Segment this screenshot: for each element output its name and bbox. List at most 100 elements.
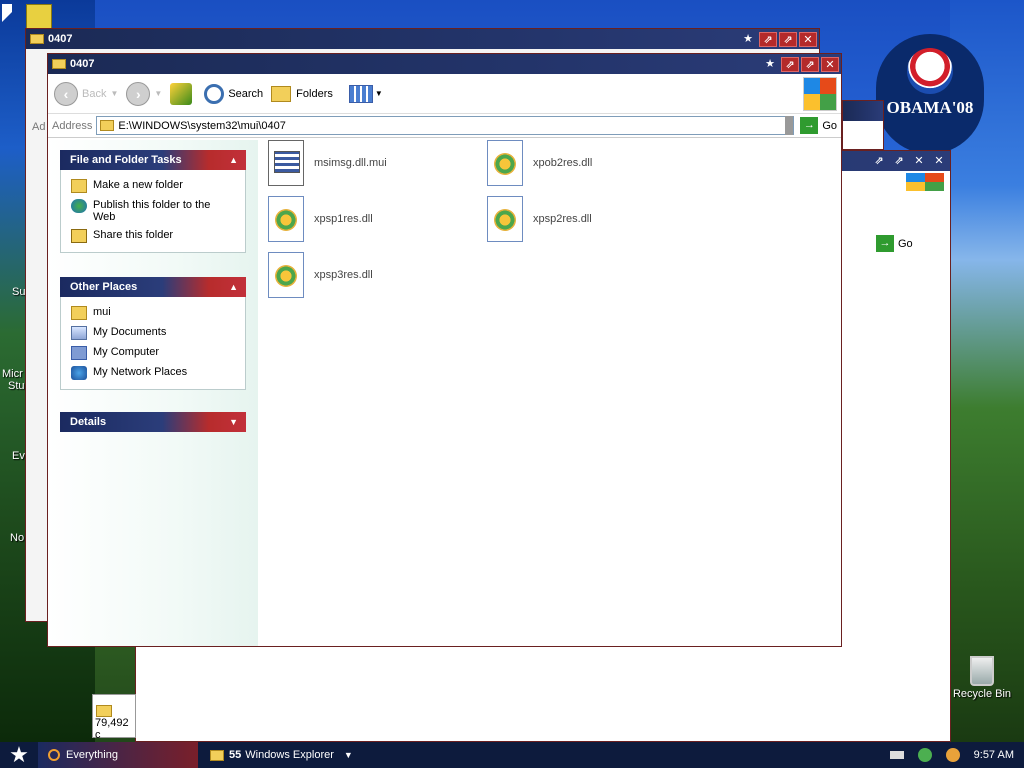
- obama-logo: OBAMA'08: [876, 34, 984, 154]
- task-publish-web[interactable]: Publish this folder to the Web: [71, 196, 235, 226]
- mouse-cursor-icon: [2, 4, 16, 22]
- address-dropdown-icon[interactable]: [785, 116, 794, 135]
- address-label: Address: [52, 119, 93, 132]
- file-item[interactable]: xpsp2res.dll: [487, 196, 687, 242]
- pin-icon[interactable]: ⇗: [801, 56, 819, 72]
- go-label: Go: [822, 119, 837, 132]
- close-icon[interactable]: ✕: [799, 31, 817, 47]
- back-label: Back: [82, 87, 107, 100]
- dll-file-icon: [487, 196, 523, 242]
- desktop-label: Ev: [12, 450, 25, 462]
- pin-icon[interactable]: ⇗: [890, 154, 908, 169]
- quick-launch[interactable]: Everything: [38, 742, 198, 768]
- folders-button[interactable]: Folders: [271, 85, 333, 102]
- close-icon[interactable]: ✕: [930, 154, 948, 169]
- other-places-panel: Other Places ▲ mui My Documents My Compu…: [60, 277, 246, 390]
- panel-header[interactable]: Other Places ▲: [60, 277, 246, 297]
- place-label: My Computer: [93, 346, 160, 358]
- system-tray: 9:57 AM: [880, 742, 1024, 768]
- up-button[interactable]: [170, 82, 193, 105]
- expand-chevron-icon[interactable]: ▼: [229, 417, 238, 427]
- recycle-bin-label: Recycle Bin: [952, 688, 1012, 700]
- panel-title: Details: [70, 416, 107, 428]
- panel-body: mui My Documents My Computer My Network …: [60, 297, 246, 390]
- back-button[interactable]: ‹ Back ▼: [54, 81, 118, 106]
- background-titlebar[interactable]: 0407 ★ ⇗ ⇗ ✕: [26, 29, 819, 49]
- go-label: Go: [898, 237, 913, 250]
- rollup-icon[interactable]: ⇗: [759, 31, 777, 47]
- panel-header[interactable]: Details ▼: [60, 412, 246, 432]
- window-title: 0407: [48, 33, 73, 45]
- file-item[interactable]: msimsg.dll.mui: [268, 140, 468, 186]
- folder-new-icon: [71, 179, 87, 193]
- collapse-chevron-icon[interactable]: ▲: [229, 282, 238, 292]
- place-label: My Network Places: [93, 366, 188, 378]
- background-window-2-edge: [842, 100, 884, 150]
- pin-icon[interactable]: ⇗: [779, 31, 797, 47]
- star-icon: ★: [9, 742, 29, 767]
- address-input[interactable]: E:\WINDOWS\system32\mui\0407: [96, 116, 795, 135]
- dll-file-icon: [268, 196, 304, 242]
- folder-icon: [52, 59, 66, 69]
- desktop-label: No: [10, 532, 25, 544]
- go-arrow-icon: →: [800, 117, 819, 134]
- windows-logo-icon: [803, 76, 837, 111]
- panel-header[interactable]: File and Folder Tasks ▲: [60, 150, 246, 170]
- explorer-window[interactable]: 0407 ★ ⇗ ⇗ ✕ ‹ Back ▼ › ▼ Search Folders: [47, 53, 842, 647]
- quick-launch-label: Everything: [66, 749, 118, 761]
- forward-button[interactable]: › ▼: [126, 81, 162, 106]
- go-button[interactable]: → Go: [800, 117, 837, 134]
- taskbar-button-explorer[interactable]: 55 Windows Explorer ▼: [210, 744, 360, 766]
- go-button[interactable]: → Go: [876, 235, 913, 252]
- rollup-icon[interactable]: ⇗: [870, 154, 888, 169]
- task-label: Publish this folder to the Web: [93, 199, 211, 223]
- file-folder-tasks-panel: File and Folder Tasks ▲ Make a new folde…: [60, 150, 246, 253]
- explorer-titlebar[interactable]: 0407 ★ ⇗ ⇗ ✕: [48, 54, 841, 74]
- rollup-icon[interactable]: ⇗: [781, 56, 799, 72]
- desktop-shortcut-icon[interactable]: [26, 4, 52, 30]
- place-my-computer[interactable]: My Computer: [71, 343, 235, 363]
- views-button[interactable]: ▼: [348, 84, 383, 103]
- status-text: 79,492 c: [95, 717, 129, 741]
- file-item[interactable]: xpsp3res.dll: [268, 252, 468, 298]
- star-icon[interactable]: ★: [739, 32, 757, 47]
- file-name: msimsg.dll.mui: [314, 157, 387, 169]
- clock[interactable]: 9:57 AM: [974, 749, 1014, 761]
- task-share-folder[interactable]: Share this folder: [71, 226, 235, 246]
- place-network[interactable]: My Network Places: [71, 363, 235, 383]
- file-name: xpob2res.dll: [533, 157, 593, 169]
- my-documents-icon: [71, 326, 87, 340]
- globe-icon: [71, 199, 87, 213]
- tray-search-icon[interactable]: [945, 748, 960, 762]
- task-count: 55: [229, 749, 242, 761]
- folders-label: Folders: [296, 87, 333, 100]
- network-places-icon: [71, 366, 87, 380]
- task-make-new-folder[interactable]: Make a new folder: [71, 176, 235, 196]
- forward-arrow-icon: ›: [126, 81, 151, 106]
- file-item[interactable]: xpsp1res.dll: [268, 196, 468, 242]
- close-icon[interactable]: ✕: [821, 56, 839, 72]
- place-mui[interactable]: mui: [71, 303, 235, 323]
- views-dropdown-icon: ▼: [374, 89, 383, 98]
- tray-app-icon[interactable]: [917, 748, 932, 762]
- start-button[interactable]: ★: [0, 742, 38, 768]
- back-arrow-icon: ‹: [54, 81, 78, 106]
- address-bar: Address E:\WINDOWS\system32\mui\0407 → G…: [48, 114, 841, 138]
- search-button[interactable]: Search: [204, 83, 263, 104]
- task-dropdown-icon[interactable]: ▼: [344, 750, 353, 760]
- close-icon[interactable]: ✕: [910, 154, 928, 169]
- back-dropdown-icon[interactable]: ▼: [110, 89, 118, 98]
- folders-icon: [271, 85, 292, 102]
- place-my-documents[interactable]: My Documents: [71, 323, 235, 343]
- file-item[interactable]: xpob2res.dll: [487, 140, 687, 186]
- dll-file-icon: [268, 252, 304, 298]
- obama-text: OBAMA'08: [886, 98, 974, 117]
- desktop-label: Micr: [2, 368, 23, 380]
- recycle-bin[interactable]: Recycle Bin: [952, 656, 1012, 700]
- keyboard-icon[interactable]: [889, 751, 904, 759]
- star-icon[interactable]: ★: [761, 57, 779, 72]
- collapse-chevron-icon[interactable]: ▲: [229, 155, 238, 165]
- task-pane: File and Folder Tasks ▲ Make a new folde…: [48, 140, 258, 646]
- toolbar: ‹ Back ▼ › ▼ Search Folders ▼: [48, 74, 841, 114]
- forward-dropdown-icon[interactable]: ▼: [154, 89, 162, 98]
